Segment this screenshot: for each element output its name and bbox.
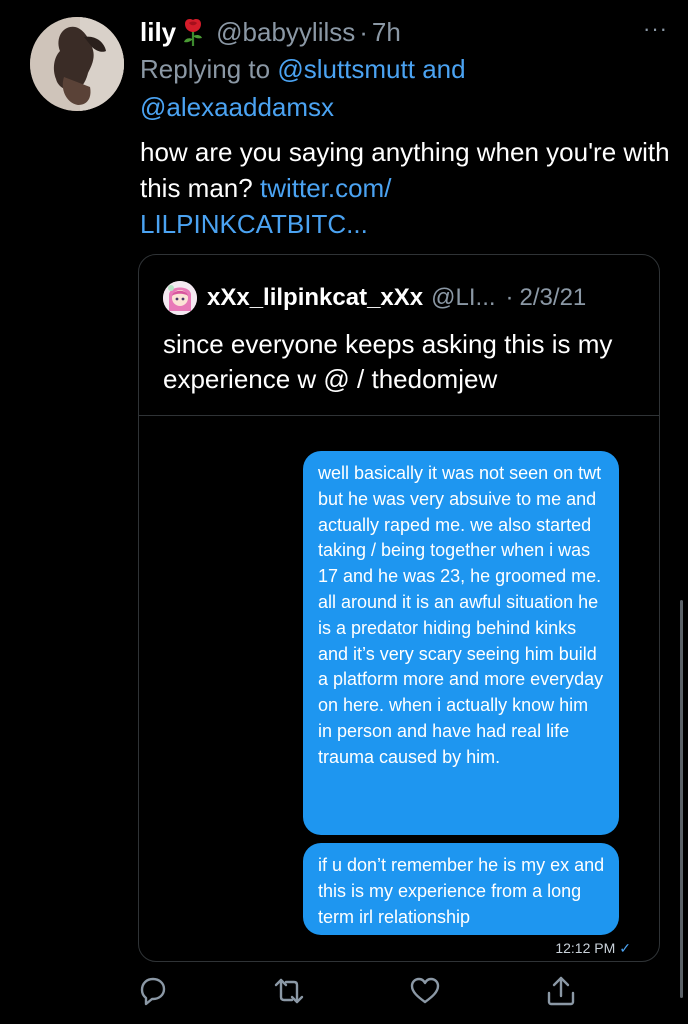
quoted-date: 2/3/21 bbox=[519, 284, 587, 311]
quoted-author-name[interactable]: xXx_lilpinkcat_xXx bbox=[207, 284, 423, 312]
rose-emoji-icon bbox=[180, 17, 206, 47]
read-check-icon: ✓ bbox=[619, 940, 631, 956]
share-icon[interactable] bbox=[544, 974, 578, 1008]
quoted-text: since everyone keeps asking this is my e… bbox=[163, 329, 613, 394]
quoted-media-divider bbox=[139, 415, 659, 416]
more-options-icon[interactable]: ··· bbox=[643, 16, 668, 42]
message-bubble: if u don’t remember he is my ex and this… bbox=[303, 843, 619, 935]
author-avatar[interactable] bbox=[30, 17, 124, 111]
quoted-tweet[interactable]: xXx_lilpinkcat_xXx @LI... · 2/3/21 since… bbox=[138, 254, 660, 962]
replying-prefix: Replying to bbox=[140, 54, 271, 84]
message-bubble: well basically it was not seen on twt bu… bbox=[303, 451, 619, 835]
tweet-header: lily @babyylilss · 7h ··· bbox=[140, 14, 668, 50]
tweet-text: how are you saying anything when you're … bbox=[140, 134, 670, 242]
tweet-time[interactable]: 7h bbox=[372, 17, 401, 48]
reply-icon[interactable] bbox=[136, 974, 170, 1008]
quoted-separator: · bbox=[505, 284, 514, 311]
separator-dot: · bbox=[359, 16, 368, 47]
author-handle[interactable]: @babyylilss bbox=[216, 17, 355, 48]
replying-to: Replying to @sluttsmutt and @alexaaddams… bbox=[140, 50, 660, 126]
reply-mention-2[interactable]: @alexaaddamsx bbox=[140, 92, 334, 122]
quoted-avatar[interactable] bbox=[163, 281, 197, 315]
author-name[interactable]: lily bbox=[140, 17, 176, 48]
quoted-author-handle[interactable]: @LI... bbox=[431, 284, 495, 312]
heart-icon[interactable] bbox=[408, 974, 442, 1008]
reply-and: and bbox=[422, 54, 466, 84]
scrollbar[interactable] bbox=[680, 600, 683, 998]
tweet-actions bbox=[0, 974, 688, 1010]
message-receipt: 12:12 PM ✓ bbox=[555, 940, 631, 957]
tweet-link-part-1[interactable]: twitter.com/ bbox=[260, 173, 391, 203]
quoted-header: xXx_lilpinkcat_xXx @LI... · 2/3/21 bbox=[163, 281, 586, 315]
receipt-time: 12:12 PM bbox=[555, 940, 616, 956]
retweet-icon[interactable] bbox=[272, 974, 306, 1008]
tweet-body: how are you saying anything when you're … bbox=[140, 137, 670, 203]
reply-mention-1[interactable]: @sluttsmutt bbox=[277, 54, 415, 84]
tweet-link-part-2[interactable]: LILPINKCATBITC... bbox=[140, 209, 368, 239]
